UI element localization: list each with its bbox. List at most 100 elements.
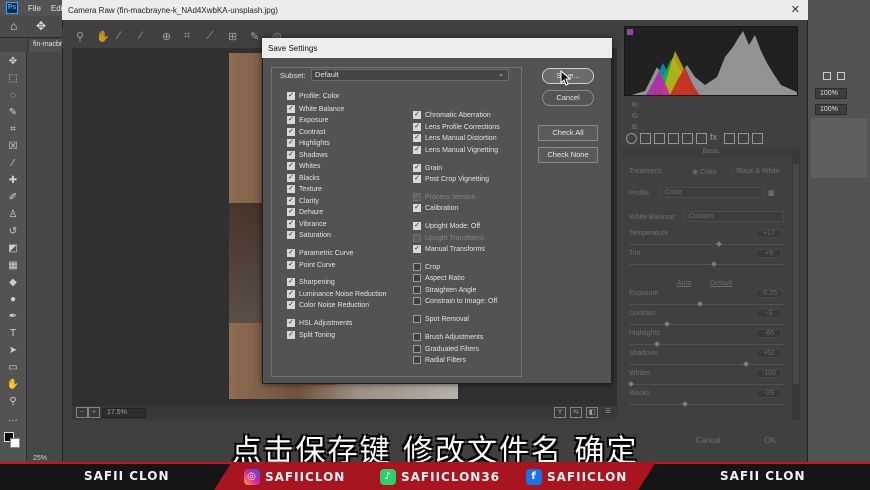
ps-document-tab[interactable]: fin-macbr bbox=[29, 39, 67, 52]
checkbox-box[interactable] bbox=[413, 263, 421, 271]
ps-opacity-select[interactable]: 100% bbox=[815, 88, 847, 99]
cancel-button[interactable]: Cancel bbox=[542, 90, 594, 106]
checkbox-box[interactable]: ✓ bbox=[287, 208, 295, 216]
checkbox-box[interactable]: ✓ bbox=[287, 249, 295, 257]
checkbox-manual-transforms[interactable]: ✓ Manual Transforms bbox=[413, 245, 485, 253]
checkbox-box[interactable]: ✓ bbox=[287, 220, 295, 228]
checkbox-box[interactable]: ✓ bbox=[413, 222, 421, 230]
checkbox-box[interactable]: ✓ bbox=[287, 151, 295, 159]
eyedropper-tool-icon[interactable]: ⁄ bbox=[6, 158, 20, 170]
checkbox-box[interactable]: ✓ bbox=[413, 111, 421, 119]
checkbox-upright-mode-off[interactable]: ✓ Upright Mode: Off bbox=[413, 222, 480, 230]
checkbox-box[interactable]: ✓ bbox=[287, 116, 295, 124]
check-all-button[interactable]: Check All bbox=[538, 125, 598, 141]
checkbox-lens-profile-corrections[interactable]: ✓ Lens Profile Corrections bbox=[413, 123, 500, 131]
checkbox-lens-manual-vignetting[interactable]: ✓ Lens Manual Vignetting bbox=[413, 146, 498, 154]
frame-tool-icon[interactable]: ☒ bbox=[6, 141, 20, 153]
checkbox-box[interactable] bbox=[413, 286, 421, 294]
move-tool-icon[interactable]: ✥ bbox=[36, 19, 46, 33]
checkbox-shadows[interactable]: ✓ Shadows bbox=[287, 151, 328, 159]
checkbox-box[interactable] bbox=[413, 315, 421, 323]
checkbox-luminance-noise-reduction[interactable]: ✓ Luminance Noise Reduction bbox=[287, 290, 387, 298]
checkbox-box[interactable]: ✓ bbox=[287, 162, 295, 170]
checkbox-constrain-to-image-off[interactable]: Constrain to Image: Off bbox=[413, 297, 497, 305]
checkbox-post-crop-vignetting[interactable]: ✓ Post Crop Vignetting bbox=[413, 175, 489, 183]
ps-layer-thumbnail[interactable] bbox=[811, 118, 867, 178]
close-icon[interactable]: ✕ bbox=[791, 3, 800, 16]
checkbox-straighten-angle[interactable]: Straighten Angle bbox=[413, 286, 476, 294]
panel-icon-b[interactable] bbox=[837, 72, 845, 80]
type-tool-icon[interactable]: T bbox=[6, 328, 20, 340]
checkbox-color-noise-reduction[interactable]: ✓ Color Noise Reduction bbox=[287, 301, 369, 309]
healing-tool-icon[interactable]: ✚ bbox=[6, 175, 20, 187]
checkbox-chromatic-aberration[interactable]: ✓ Chromatic Aberration bbox=[413, 111, 491, 119]
checkbox-graduated-filters[interactable]: Graduated Filters bbox=[413, 345, 479, 353]
checkbox-box[interactable]: ✓ bbox=[413, 245, 421, 253]
checkbox-sharpening[interactable]: ✓ Sharpening bbox=[287, 278, 335, 286]
history-brush-icon[interactable]: ↺ bbox=[6, 226, 20, 238]
checkbox-crop[interactable]: Crop bbox=[413, 263, 440, 271]
checkbox-split-toning[interactable]: ✓ Split Toning bbox=[287, 331, 335, 339]
checkbox-hsl-adjustments[interactable]: ✓ HSL Adjustments bbox=[287, 319, 352, 327]
checkbox-box[interactable]: ✓ bbox=[413, 146, 421, 154]
checkbox-box[interactable]: ✓ bbox=[287, 197, 295, 205]
checkbox-box[interactable] bbox=[413, 333, 421, 341]
checkbox-calibration[interactable]: ✓ Calibration bbox=[413, 204, 458, 212]
checkbox-aspect-ratio[interactable]: Aspect Ratio bbox=[413, 274, 465, 282]
checkbox-texture[interactable]: ✓ Texture bbox=[287, 185, 322, 193]
checkbox-exposure[interactable]: ✓ Exposure bbox=[287, 116, 329, 124]
checkbox-white-balance[interactable]: ✓ White Balance bbox=[287, 105, 344, 113]
checkbox-box[interactable] bbox=[413, 356, 421, 364]
checkbox-box[interactable]: ✓ bbox=[287, 174, 295, 182]
hand-tool-icon[interactable]: ✋ bbox=[6, 379, 20, 391]
checkbox-profile-color[interactable]: ✓ Profile: Color bbox=[287, 92, 339, 100]
checkbox-box[interactable]: ✓ bbox=[287, 301, 295, 309]
stamp-tool-icon[interactable]: ♙ bbox=[6, 209, 20, 221]
home-icon[interactable]: ⌂ bbox=[10, 19, 17, 33]
rectangle-tool-icon[interactable]: ▭ bbox=[6, 362, 20, 374]
checkbox-box[interactable] bbox=[413, 274, 421, 282]
checkbox-parametric-curve[interactable]: ✓ Parametric Curve bbox=[287, 249, 353, 257]
checkbox-box[interactable]: ✓ bbox=[287, 105, 295, 113]
dodge-tool-icon[interactable]: ● bbox=[6, 294, 20, 306]
path-select-icon[interactable]: ➤ bbox=[6, 345, 20, 357]
checkbox-clarity[interactable]: ✓ Clarity bbox=[287, 197, 319, 205]
crop-tool-icon[interactable]: ⌗ bbox=[6, 124, 20, 136]
panel-icon-a[interactable] bbox=[823, 72, 831, 80]
blur-tool-icon[interactable]: ◆ bbox=[6, 277, 20, 289]
photoshop-logo-icon[interactable]: Ps bbox=[6, 2, 18, 14]
menu-file[interactable]: File bbox=[28, 4, 41, 13]
check-none-button[interactable]: Check None bbox=[538, 147, 598, 163]
checkbox-box[interactable]: ✓ bbox=[287, 185, 295, 193]
pen-tool-icon[interactable]: ✒ bbox=[6, 311, 20, 323]
checkbox-blacks[interactable]: ✓ Blacks bbox=[287, 174, 320, 182]
checkbox-dehaze[interactable]: ✓ Dehaze bbox=[287, 208, 323, 216]
checkbox-box[interactable]: ✓ bbox=[287, 139, 295, 147]
lasso-tool-icon[interactable]: ◌ bbox=[6, 90, 20, 102]
checkbox-box[interactable] bbox=[413, 345, 421, 353]
checkbox-box[interactable]: ✓ bbox=[413, 204, 421, 212]
more-tools-icon[interactable]: … bbox=[6, 413, 20, 425]
checkbox-box[interactable]: ✓ bbox=[287, 231, 295, 239]
checkbox-box[interactable]: ✓ bbox=[287, 290, 295, 298]
checkbox-lens-manual-distortion[interactable]: ✓ Lens Manual Distortion bbox=[413, 134, 497, 142]
checkbox-box[interactable]: ✓ bbox=[413, 134, 421, 142]
checkbox-box[interactable]: ✓ bbox=[287, 278, 295, 286]
checkbox-box[interactable]: ✓ bbox=[287, 319, 295, 327]
checkbox-box[interactable]: ✓ bbox=[287, 92, 295, 100]
checkbox-contrast[interactable]: ✓ Contrast bbox=[287, 128, 325, 136]
subset-select[interactable]: Default ⌄ bbox=[311, 69, 509, 81]
checkbox-highlights[interactable]: ✓ Highlights bbox=[287, 139, 330, 147]
checkbox-vibrance[interactable]: ✓ Vibrance bbox=[287, 220, 327, 228]
zoom-tool-icon[interactable]: ⚲ bbox=[6, 396, 20, 408]
checkbox-box[interactable]: ✓ bbox=[413, 175, 421, 183]
checkbox-radial-filters[interactable]: Radial Filters bbox=[413, 356, 466, 364]
quick-select-tool-icon[interactable]: ✎ bbox=[6, 107, 20, 119]
marquee-tool-icon[interactable]: ⬚ bbox=[6, 73, 20, 85]
checkbox-box[interactable]: ✓ bbox=[413, 123, 421, 131]
gradient-tool-icon[interactable]: ▦ bbox=[6, 260, 20, 272]
checkbox-spot-removal[interactable]: Spot Removal bbox=[413, 315, 469, 323]
move-tool-icon[interactable]: ✥ bbox=[6, 56, 20, 68]
checkbox-box[interactable] bbox=[413, 297, 421, 305]
ps-fill-select[interactable]: 100% bbox=[815, 104, 847, 115]
